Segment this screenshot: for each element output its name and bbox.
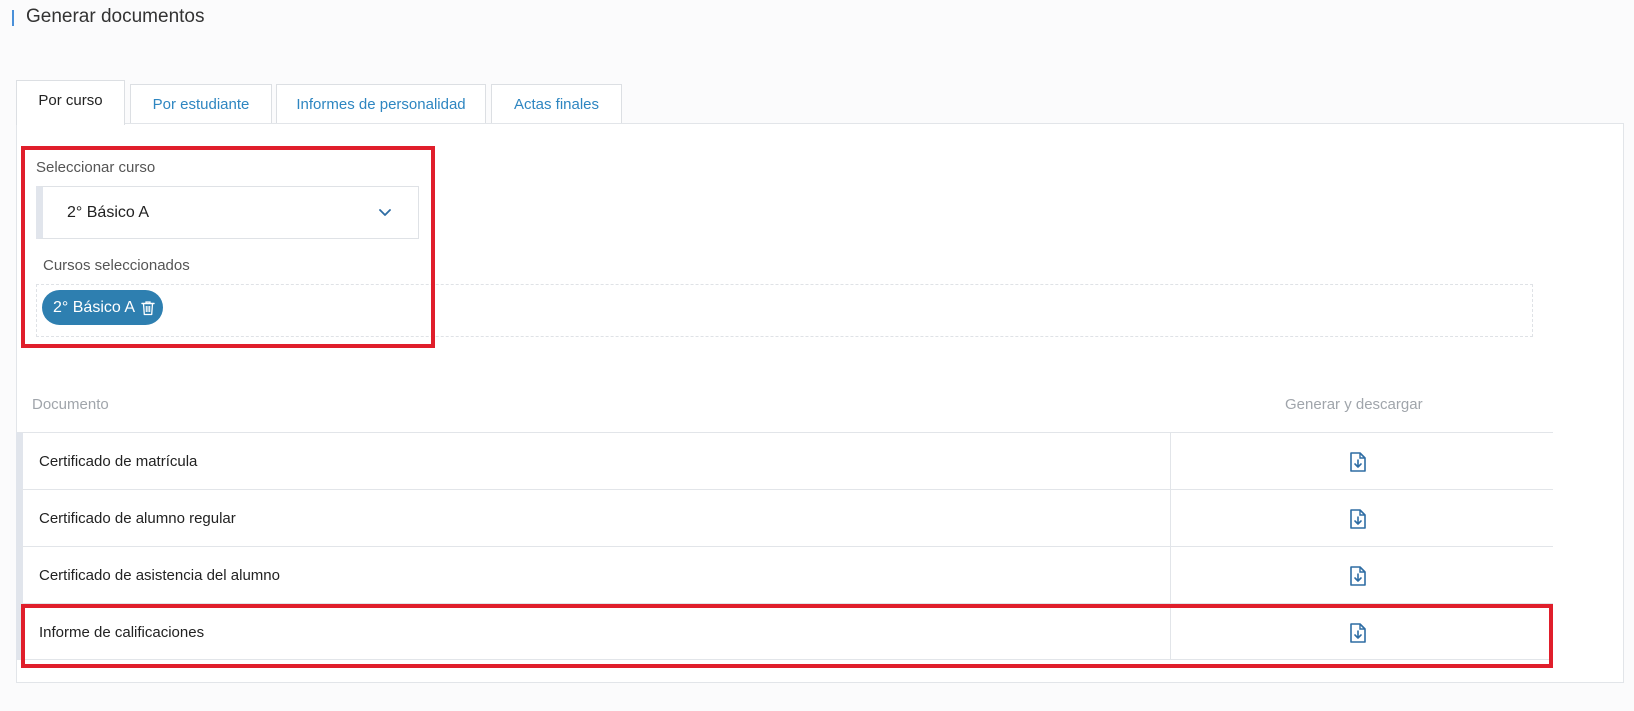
table-row: Certificado de matrícula (16, 432, 1553, 489)
column-divider (1170, 604, 1171, 659)
chevron-down-icon (379, 209, 391, 216)
download-file-icon[interactable] (1348, 565, 1368, 587)
document-name: Certificado de asistencia del alumno (39, 567, 280, 584)
document-name: Certificado de matrícula (39, 453, 198, 470)
trash-icon[interactable] (139, 299, 157, 317)
column-divider (1170, 433, 1171, 489)
download-file-icon[interactable] (1348, 451, 1368, 473)
document-name: Informe de calificaciones (39, 624, 205, 641)
column-divider (1170, 547, 1171, 603)
page-title: Generar documentos (26, 6, 205, 27)
download-file-icon[interactable] (1348, 622, 1368, 644)
table-row: Certificado de alumno regular (16, 489, 1553, 546)
selected-courses-box (36, 284, 1533, 337)
document-name: Certificado de alumno regular (39, 510, 236, 527)
tab-informes-de-personalidad[interactable]: Informes de personalidad (276, 84, 486, 124)
column-header-generate: Generar y descargar (1285, 396, 1423, 413)
column-divider (1170, 490, 1171, 546)
course-chip: 2° Básico A (42, 290, 163, 325)
selected-courses-label: Cursos seleccionados (43, 257, 190, 274)
page-header: Generar documentos (0, 0, 1634, 40)
course-select-label: Seleccionar curso (36, 159, 156, 176)
header-accent-bar (12, 10, 14, 26)
table-row: Informe de calificaciones (16, 603, 1553, 660)
tab-por-curso[interactable]: Por curso (16, 80, 125, 125)
tab-actas-finales[interactable]: Actas finales (491, 84, 622, 124)
table-row: Certificado de asistencia del alumno (16, 546, 1553, 603)
tab-por-estudiante[interactable]: Por estudiante (130, 84, 272, 124)
course-select[interactable]: 2° Básico A (36, 186, 419, 239)
course-select-value: 2° Básico A (67, 203, 149, 221)
column-header-document: Documento (32, 396, 109, 413)
course-chip-label: 2° Básico A (53, 298, 135, 316)
download-file-icon[interactable] (1348, 508, 1368, 530)
documents-table: Certificado de matrícula Certificado de … (16, 432, 1553, 660)
